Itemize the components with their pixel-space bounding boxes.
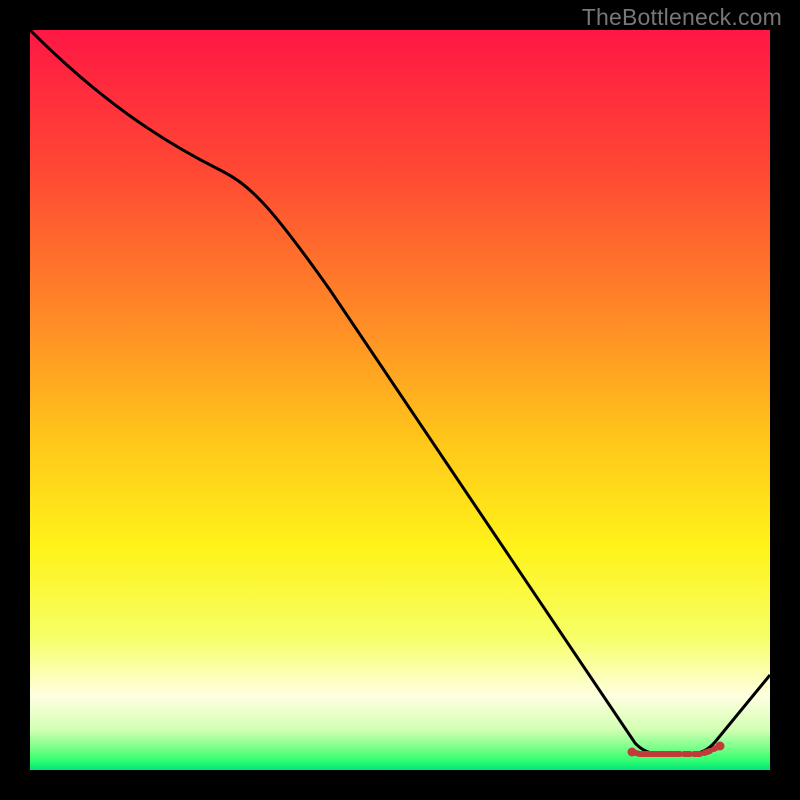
marker-end [716,742,725,751]
marker-start [628,748,637,757]
bottleneck-curve [30,30,770,770]
plot-area [30,30,770,770]
chart-stage: TheBottleneck.com [0,0,800,800]
watermark-text: TheBottleneck.com [582,4,782,31]
curve-path [30,30,770,754]
